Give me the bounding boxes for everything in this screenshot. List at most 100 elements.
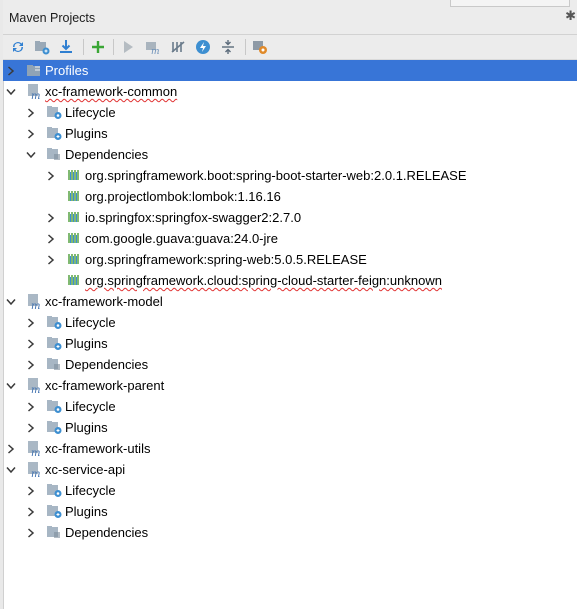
chevron-right-icon[interactable]	[25, 480, 37, 501]
settings-icon[interactable]	[251, 38, 269, 56]
tree-module-xc-framework-utils[interactable]: m xc-framework-utils	[3, 438, 577, 459]
chevron-right-icon[interactable]	[25, 333, 37, 354]
chevron-right-icon[interactable]	[5, 60, 17, 81]
header-tab-stub	[450, 0, 570, 7]
lifecycle-folder-icon	[46, 314, 62, 330]
tree-node-label: Lifecycle	[65, 483, 116, 498]
svg-text:m: m	[31, 91, 40, 99]
dependencies-folder-icon	[46, 356, 62, 372]
tree-node-label: org.springframework.boot:spring-boot-sta…	[85, 168, 467, 183]
toggle-offline-icon[interactable]	[169, 38, 187, 56]
tree-node-plugins[interactable]: Plugins	[3, 123, 577, 144]
tree-node-plugins[interactable]: Plugins	[3, 333, 577, 354]
tree-node-label: Plugins	[65, 126, 108, 141]
chevron-right-icon[interactable]	[25, 102, 37, 123]
maven-projects-panel: Maven Projects ✱ m Profiles m xc-framewo…	[0, 0, 577, 609]
tree-node-label: Lifecycle	[65, 399, 116, 414]
chevron-right-icon[interactable]	[25, 396, 37, 417]
svg-text:m: m	[151, 47, 160, 55]
tree-node-plugins[interactable]: Plugins	[3, 417, 577, 438]
maven-module-icon: m	[26, 461, 42, 480]
tree-dependency[interactable]: org.springframework:spring-web:5.0.5.REL…	[3, 249, 577, 270]
tree-dependency[interactable]: org.springframework.boot:spring-boot-sta…	[3, 165, 577, 186]
toolbar: m	[3, 35, 577, 60]
tree-node-dependencies[interactable]: Dependencies	[3, 522, 577, 543]
tree-node-label: Plugins	[65, 336, 108, 351]
tree-node-lifecycle[interactable]: Lifecycle	[3, 102, 577, 123]
dependency-icon	[66, 188, 82, 204]
collapse-all-icon[interactable]	[219, 38, 237, 56]
chevron-right-icon[interactable]	[45, 207, 57, 228]
chevron-down-icon[interactable]	[5, 375, 17, 396]
tree-dependency[interactable]: io.springfox:springfox-swagger2:2.7.0	[3, 207, 577, 228]
tree-module-xc-service-api[interactable]: m xc-service-api	[3, 459, 577, 480]
chevron-right-icon[interactable]	[45, 249, 57, 270]
tree-node-label: Profiles	[45, 63, 89, 78]
svg-text:m: m	[31, 469, 40, 477]
chevron-right-icon[interactable]	[25, 123, 37, 144]
chevron-down-icon[interactable]	[25, 144, 37, 165]
lifecycle-folder-icon	[46, 482, 62, 498]
dependency-icon	[66, 272, 82, 288]
tree-module-xc-framework-parent[interactable]: m xc-framework-parent	[3, 375, 577, 396]
tree-dependency[interactable]: org.springframework.cloud:spring-cloud-s…	[3, 270, 577, 291]
plugins-folder-icon	[46, 125, 62, 141]
svg-text:m: m	[31, 301, 40, 309]
generate-sources-icon[interactable]	[33, 38, 51, 56]
tree-node-label: Dependencies	[65, 147, 149, 162]
chevron-right-icon[interactable]	[25, 312, 37, 333]
maven-module-icon: m	[26, 293, 42, 312]
tree-module-xc-framework-model[interactable]: m xc-framework-model	[3, 291, 577, 312]
tree-node-label: xc-framework-common	[45, 84, 178, 99]
svg-text:m: m	[31, 448, 40, 456]
tree-node-label: Lifecycle	[65, 105, 116, 120]
tree-dependency[interactable]: com.google.guava:guava:24.0-jre	[3, 228, 577, 249]
tree-node-label: Dependencies	[65, 525, 149, 540]
lifecycle-folder-icon	[46, 104, 62, 120]
reimport-icon[interactable]	[9, 38, 27, 56]
download-icon[interactable]	[57, 38, 75, 56]
chevron-down-icon[interactable]	[5, 81, 17, 102]
toolbar-separator	[83, 39, 84, 55]
panel-header: Maven Projects ✱	[3, 0, 577, 35]
tree-node-label: org.springframework.cloud:spring-cloud-s…	[85, 273, 442, 288]
chevron-right-icon[interactable]	[25, 417, 37, 438]
chevron-down-icon[interactable]	[5, 291, 17, 312]
chevron-right-icon[interactable]	[5, 438, 17, 459]
chevron-right-icon[interactable]	[45, 165, 57, 186]
tree-node-plugins[interactable]: Plugins	[3, 501, 577, 522]
tree-node-lifecycle[interactable]: Lifecycle	[3, 480, 577, 501]
panel-title: Maven Projects	[9, 11, 96, 25]
tree-node-lifecycle[interactable]: Lifecycle	[3, 312, 577, 333]
tree-node-profiles[interactable]: Profiles	[3, 60, 577, 81]
chevron-right-icon[interactable]	[25, 354, 37, 375]
lifecycle-folder-icon	[46, 398, 62, 414]
plugins-folder-icon	[46, 419, 62, 435]
dependency-icon	[66, 209, 82, 225]
dependencies-folder-icon	[46, 146, 62, 162]
svg-text:m: m	[31, 385, 40, 393]
run-icon[interactable]	[119, 38, 137, 56]
tree-node-dependencies[interactable]: Dependencies	[3, 144, 577, 165]
profiles-folder-icon	[26, 62, 42, 78]
chevron-right-icon[interactable]	[45, 228, 57, 249]
dependencies-folder-icon	[46, 524, 62, 540]
execute-goal-icon[interactable]: m	[144, 38, 162, 56]
maven-module-icon: m	[26, 83, 42, 102]
tree-node-dependencies[interactable]: Dependencies	[3, 354, 577, 375]
chevron-right-icon[interactable]	[25, 522, 37, 543]
tree-node-label: xc-framework-utils	[45, 441, 151, 456]
gear-icon[interactable]: ✱	[565, 8, 576, 24]
tree-node-label: Dependencies	[65, 357, 149, 372]
chevron-down-icon[interactable]	[5, 459, 17, 480]
tree-node-label: com.google.guava:guava:24.0-jre	[85, 231, 278, 246]
chevron-right-icon[interactable]	[25, 501, 37, 522]
toolbar-separator	[113, 39, 114, 55]
tree-dependency[interactable]: org.projectlombok:lombok:1.16.16	[3, 186, 577, 207]
tree-node-lifecycle[interactable]: Lifecycle	[3, 396, 577, 417]
tree-module-xc-framework-common[interactable]: m xc-framework-common	[3, 81, 577, 102]
skip-tests-icon[interactable]	[194, 38, 212, 56]
dependency-icon	[66, 230, 82, 246]
plugins-folder-icon	[46, 335, 62, 351]
add-icon[interactable]	[89, 38, 107, 56]
